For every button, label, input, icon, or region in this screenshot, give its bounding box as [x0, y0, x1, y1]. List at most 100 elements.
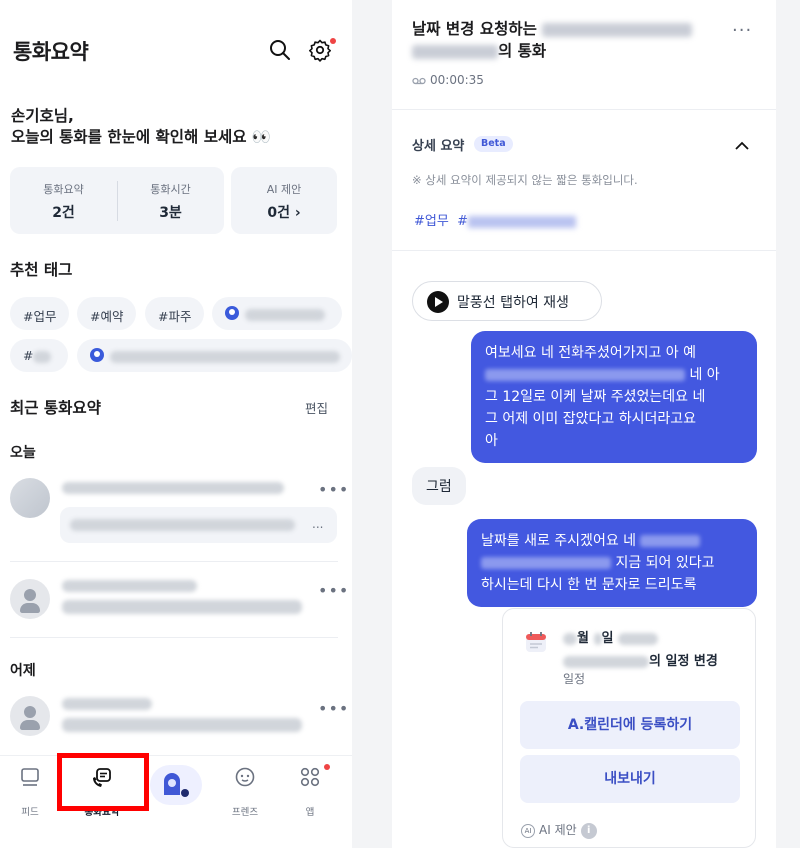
tag-label: #: [23, 348, 34, 363]
stat-value: 2건: [52, 205, 75, 221]
tag-chip[interactable]: #예약: [77, 297, 137, 330]
greeting-message: 오늘의 통화를 한눈에 확인해 보세요 👀: [11, 128, 272, 146]
search-icon[interactable]: [268, 38, 292, 62]
more-options-icon[interactable]: •••: [318, 583, 349, 599]
nav-label: 앱: [305, 807, 315, 818]
register-calendar-button[interactable]: A.캘린더에 등록하기: [520, 701, 740, 749]
message-line: 하시는데 다시 한 번 문자로 드리도록: [481, 577, 697, 593]
panel-margin: [776, 0, 800, 848]
contact-tag-chip[interactable]: [212, 297, 342, 330]
event-title: 의 일정 변경: [563, 650, 718, 669]
assistant-icon: [164, 773, 189, 797]
message-bubble-outgoing[interactable]: 여보세요 네 전화주셨어가지고 아 예 네 아 그 12일로 이케 날짜 주셨었…: [471, 331, 757, 463]
stat-call-time[interactable]: 통화시간 3분: [117, 167, 224, 234]
feed-icon: [21, 768, 39, 786]
avatar: [10, 478, 50, 518]
stat-label: 통화시간: [150, 183, 191, 196]
duration-value: 00:00:35: [430, 73, 484, 87]
nav-assistant[interactable]: [150, 765, 202, 805]
yesterday-label: 어제: [10, 663, 36, 679]
divider: [10, 561, 338, 562]
today-label: 오늘: [10, 445, 36, 461]
recent-summaries-title: 최근 통화요약: [10, 399, 101, 417]
more-options-icon[interactable]: ···: [732, 22, 752, 40]
tag-chip[interactable]: #파주: [145, 297, 205, 330]
play-icon: [427, 291, 449, 313]
more-options-icon[interactable]: •••: [318, 482, 349, 498]
apps-icon: [300, 767, 320, 787]
redacted-contact-name: [542, 22, 693, 37]
redacted-contact-name: [62, 482, 284, 494]
redacted-text: [468, 215, 576, 228]
message-line: 날짜를 새로 주시겠어요 네: [481, 530, 743, 552]
stat-value: 0건 ›: [267, 205, 301, 221]
nav-label: 프렌즈: [231, 807, 259, 818]
contact-tag-chip[interactable]: [77, 339, 352, 372]
tag-chip[interactable]: #: [10, 339, 68, 372]
avatar: [10, 696, 50, 736]
recommended-tags-title: 추천 태그: [10, 261, 73, 279]
tag-chip[interactable]: #업무: [10, 297, 70, 330]
event-title-suffix: 의 일정 변경: [649, 654, 718, 669]
chevron-up-icon[interactable]: [735, 138, 749, 152]
event-day-suffix: 일: [601, 631, 614, 646]
user-icon: [225, 306, 239, 320]
more-options-icon[interactable]: •••: [318, 701, 349, 717]
greeting: 손기호님, 오늘의 통화를 한눈에 확인해 보세요 👀: [11, 106, 271, 148]
gear-icon[interactable]: [308, 38, 336, 62]
message-line: 네 아: [485, 364, 743, 386]
stat-label: 통화요약: [43, 183, 84, 196]
info-icon[interactable]: i: [580, 822, 597, 839]
message-line: 아: [485, 433, 498, 449]
redacted-contact-name: [62, 698, 152, 710]
hashtag[interactable]: #: [457, 214, 468, 229]
stats-card: 통화요약 2건 통화시간 3분: [10, 167, 224, 234]
nav-friends[interactable]: 프렌즈: [215, 766, 275, 818]
redacted-text: [110, 350, 340, 363]
play-label: 말풍선 탭하여 재생: [457, 295, 569, 311]
avatar: [10, 579, 50, 619]
message-line: 그 12일로 이케 날짜 주셨었는데요 네: [485, 389, 706, 405]
event-date: 월 일: [563, 627, 658, 646]
message-line: 지금 되어 있다고: [481, 552, 743, 574]
message-bubble-incoming[interactable]: 그럼: [412, 467, 466, 505]
hashtag[interactable]: #업무: [414, 214, 449, 229]
export-button[interactable]: 내보내기: [520, 755, 740, 803]
play-bubbles-button[interactable]: 말풍선 탭하여 재생: [412, 281, 602, 321]
stat-value: 3분: [159, 205, 182, 221]
redacted-text: [563, 632, 577, 645]
redacted-summary: [62, 718, 302, 732]
beta-badge: Beta: [474, 136, 513, 152]
event-type: 일정: [563, 672, 586, 686]
message-line: 그 어제 이미 잡았다고 하시더라고요: [485, 411, 696, 427]
redacted-text: [618, 632, 658, 645]
summary-snippet[interactable]: ...: [60, 507, 337, 543]
redacted-contact-name: [62, 580, 197, 592]
stat-label: AI 제안: [266, 183, 302, 196]
call-title-prefix: 날짜 변경 요청하는: [412, 20, 537, 38]
message-text: 지금 되어 있다고: [615, 555, 715, 571]
redacted-text: [33, 350, 52, 363]
nav-apps[interactable]: 앱: [280, 764, 340, 818]
stat-call-summaries[interactable]: 통화요약 2건: [10, 167, 117, 234]
ai-suggestion-note: AI AI 제안 i: [521, 821, 597, 839]
call-detail: 날짜 변경 요청하는 의 통화 ··· 00:00:35 상세 요약 Beta …: [392, 0, 776, 848]
edit-button[interactable]: 편집: [305, 398, 328, 417]
divider: [10, 637, 338, 638]
redacted-text: [245, 308, 325, 321]
summary-hashtags: #업무 #: [414, 210, 576, 229]
call-summary-home: 통화요약 손기호님, 오늘의 통화를 한눈에 확인해 보세요 👀 통화요약 2건…: [0, 0, 352, 848]
nav-label: 피드: [21, 807, 39, 818]
event-month-suffix: 월: [577, 631, 589, 646]
redacted-text: [481, 557, 611, 569]
message-bubble-outgoing[interactable]: 날짜를 새로 주시겠어요 네 지금 되어 있다고 하시는데 다시 한 번 문자로…: [467, 519, 757, 607]
ellipsis: ...: [312, 517, 324, 531]
stat-ai: AI 제안 0건 ›: [231, 167, 337, 234]
greeting-name: 손기호님,: [11, 107, 74, 125]
calendar-icon: [525, 631, 547, 653]
stat-ai-suggestions[interactable]: AI 제안 0건 ›: [231, 167, 337, 234]
message-line: 여보세요 네 전화주셨어가지고 아 예: [485, 345, 696, 361]
redacted-text: [70, 519, 295, 531]
redacted-text: [640, 535, 701, 547]
nav-feed[interactable]: 피드: [0, 766, 60, 818]
